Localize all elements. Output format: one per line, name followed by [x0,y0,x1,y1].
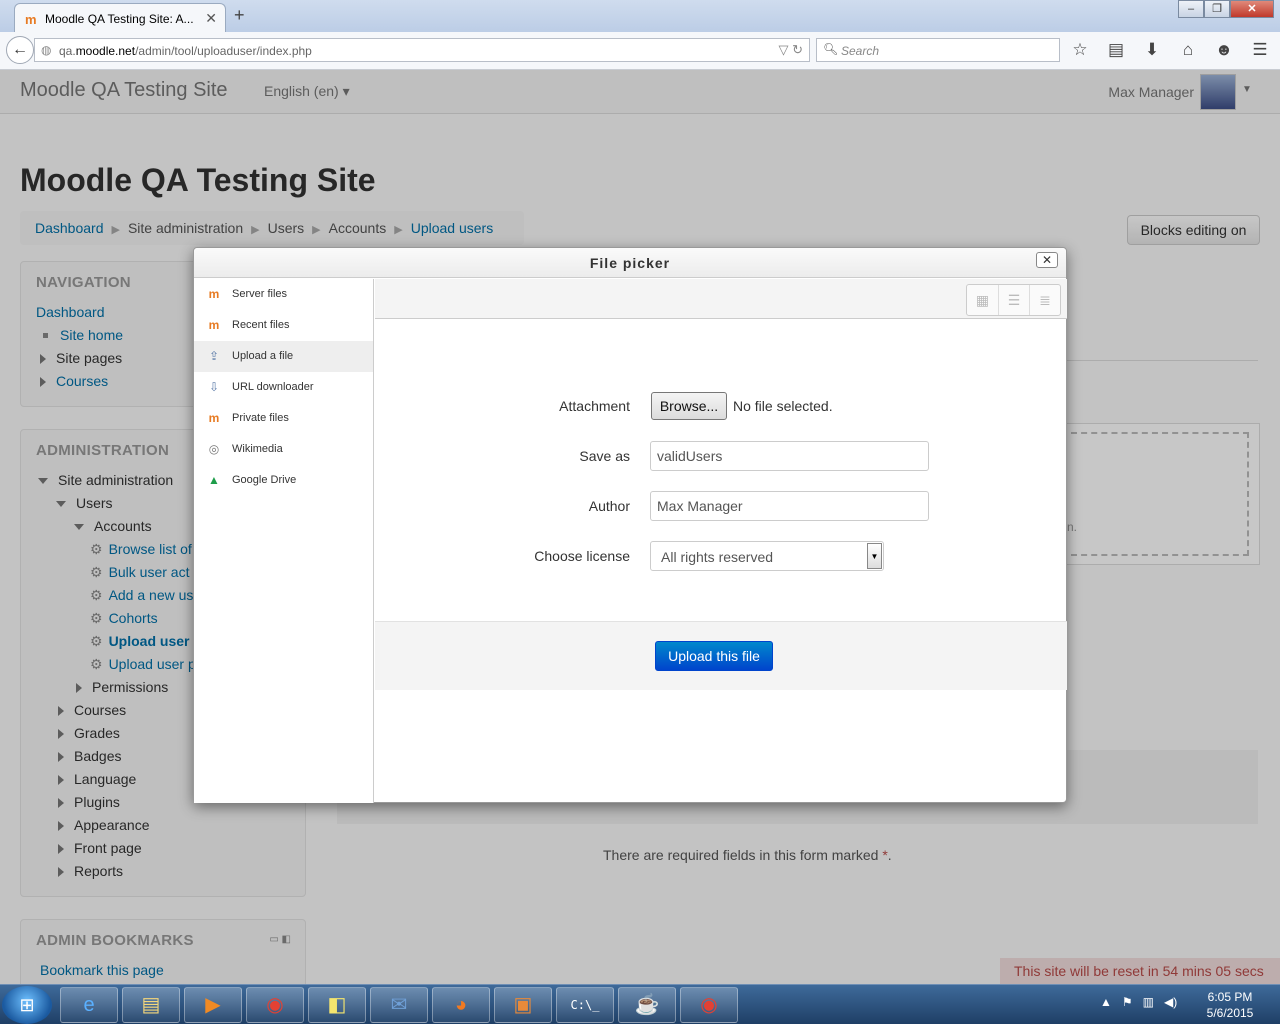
repo-label: URL downloader [232,381,314,393]
moodle-icon: m [208,287,220,301]
reading-list-icon[interactable]: ▤ [1104,40,1128,60]
thunderbird-icon[interactable]: ✉ [370,987,428,1023]
download-icon: ⇩ [208,380,220,394]
media-player-icon[interactable]: ▶ [184,987,242,1023]
taskbar-clock[interactable]: 6:05 PM 5/6/2015 [1200,989,1260,1021]
repo-label: Upload a file [232,350,294,362]
repo-google-drive[interactable]: ▲ Google Drive [194,465,373,496]
upload-this-file-button[interactable]: Upload this file [655,641,773,671]
tab-title: Moodle QA Testing Site: A... [45,12,194,26]
wikimedia-icon: ◎ [208,442,220,456]
google-drive-icon: ▲ [208,473,220,487]
reload-icon[interactable]: ▽ ↻ [778,42,803,58]
save-as-label: Save as [579,448,630,464]
clock-time: 6:05 PM [1207,990,1253,1004]
license-select[interactable]: All rights reserved ▼ [650,541,884,571]
repo-label: Wikimedia [232,443,283,455]
url-path: /admin/tool/uploaduser/index.php [135,44,312,58]
dialog-title: File picker [194,248,1066,278]
volume-icon[interactable]: ◀) [1164,995,1177,1009]
license-value: All rights reserved [661,549,774,565]
window-controls: – ❐ ✕ [1178,0,1274,18]
moodle-favicon-icon: m [25,12,37,27]
search-icon: 🔍︎ [823,42,839,56]
save-as-input[interactable]: validUsers [650,441,929,471]
chevron-down-icon[interactable]: ▼ [867,543,882,569]
tab-close-icon[interactable]: ✕ [205,10,217,27]
start-button-windows-icon[interactable]: ⊞ [2,986,52,1024]
repo-label: Google Drive [232,474,297,486]
list-view-icon[interactable]: ☰ [998,285,1029,315]
browser-tab[interactable]: m Moodle QA Testing Site: A... ✕ [14,3,226,32]
author-label: Author [588,498,630,514]
clock-date: 5/6/2015 [1206,1006,1254,1020]
chrome-icon[interactable]: ◉ [680,987,738,1023]
windows-taskbar: ⊞ e ▤ ▶ ◉ ◧ ✉ ◕ ▣ C:\_ ☕ ◉ ▲ ⚑ ▥ ◀) 6:05… [0,984,1280,1024]
browser-toolbar: ☆ ▤ ⬇ ⌂ ☻ ☰ [1068,40,1272,60]
show-hidden-icons-icon[interactable]: ▲ [1100,995,1112,1009]
file-picker-footer: Upload this file [375,621,1067,690]
file-picker-toolbar: ▦ ☰ ≣ [375,279,1067,319]
internet-explorer-icon[interactable]: e [60,987,118,1023]
no-file-selected-text: No file selected. [733,398,833,414]
chrome-icon[interactable]: ◉ [246,987,304,1023]
file-picker-dialog: File picker ✕ m Server files m Recent file… [193,247,1067,803]
home-icon[interactable]: ⌂ [1176,40,1200,60]
address-bar[interactable]: ◍ qa.moodle.net/admin/tool/uploaduser/in… [34,38,810,62]
tab-strip: m Moodle QA Testing Site: A... ✕ + – ❐ ✕ [0,0,1280,32]
browser-navbar: ← ◍ qa.moodle.net/admin/tool/uploaduser/… [0,32,1280,70]
url-host: moodle.net [75,44,136,58]
bookmark-star-icon[interactable]: ☆ [1068,40,1092,60]
system-tray: ▲ ⚑ ▥ ◀) [1100,995,1177,1009]
view-switcher: ▦ ☰ ≣ [966,284,1061,316]
repo-upload-file[interactable]: ⇪ Upload a file [194,341,373,372]
firefox-icon[interactable]: ◕ [432,987,490,1023]
license-label: Choose license [534,548,630,564]
download-icon[interactable]: ⬇ [1140,40,1164,60]
moodle-icon: m [208,411,220,425]
tree-view-icon[interactable]: ≣ [1029,285,1060,315]
menu-icon[interactable]: ☰ [1248,40,1272,60]
network-icon[interactable]: ▥ [1143,995,1154,1009]
url-prefix: qa. [59,44,76,58]
flag-icon[interactable]: ⚑ [1122,995,1133,1009]
upload-icon: ⇪ [208,349,220,363]
dialog-close-icon[interactable]: ✕ [1036,252,1058,268]
repo-private-files[interactable]: m Private files [194,403,373,434]
repository-list: m Server files m Recent files ⇪ Upload a fi… [194,279,374,803]
browse-button[interactable]: Browse... [651,392,727,420]
repo-server-files[interactable]: m Server files [194,279,373,310]
search-input[interactable]: 🔍︎ Search [816,38,1060,62]
new-tab-icon[interactable]: + [234,5,245,26]
back-arrow-icon[interactable]: ← [6,36,34,64]
icon-view-icon[interactable]: ▦ [967,285,998,315]
globe-icon: ◍ [41,43,52,57]
minimize-icon[interactable]: – [1178,0,1204,18]
repo-recent-files[interactable]: m Recent files [194,310,373,341]
presentation-app-icon[interactable]: ▣ [494,987,552,1023]
file-explorer-icon[interactable]: ▤ [122,987,180,1023]
repo-label: Server files [232,288,288,300]
moodle-icon: m [208,318,220,332]
command-prompt-icon[interactable]: C:\_ [556,987,614,1023]
search-placeholder: Search [841,44,880,58]
browser-chrome: m Moodle QA Testing Site: A... ✕ + – ❐ ✕… [0,0,1280,70]
java-icon[interactable]: ☕ [618,987,676,1023]
sticky-notes-icon[interactable]: ◧ [308,987,366,1023]
maximize-icon[interactable]: ❐ [1204,0,1230,18]
author-input[interactable]: Max Manager [650,491,929,521]
chat-icon[interactable]: ☻ [1212,40,1236,60]
attachment-label: Attachment [559,398,630,414]
repo-url-downloader[interactable]: ⇩ URL downloader [194,372,373,403]
repo-wikimedia[interactable]: ◎ Wikimedia [194,434,373,465]
repo-label: Private files [232,412,289,424]
window-close-icon[interactable]: ✕ [1230,0,1274,18]
repo-label: Recent files [232,319,290,331]
